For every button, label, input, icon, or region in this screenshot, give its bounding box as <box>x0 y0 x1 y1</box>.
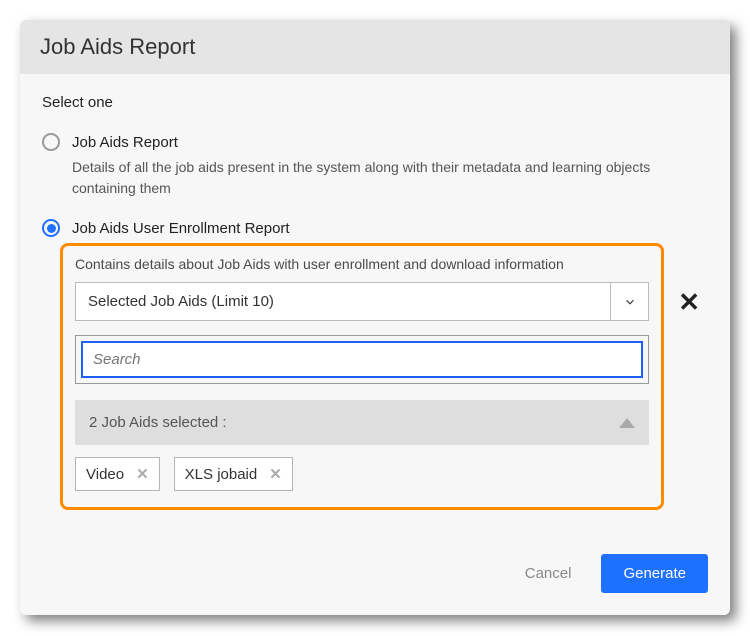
radio-icon <box>42 219 60 237</box>
dialog-header: Job Aids Report <box>20 20 730 74</box>
chevron-up-icon <box>619 418 635 428</box>
chip-xls-jobaid: XLS jobaid ✕ <box>174 457 293 491</box>
selected-count: 2 Job Aids selected : <box>89 414 227 431</box>
radio-job-aids-report[interactable]: Job Aids Report <box>42 133 708 151</box>
dialog-footer: Cancel Generate <box>20 530 730 615</box>
chip-video: Video ✕ <box>75 457 160 491</box>
job-aids-select[interactable]: Selected Job Aids (Limit 10) <box>75 282 649 321</box>
search-input[interactable] <box>81 341 643 378</box>
search-container <box>75 335 649 384</box>
chip-label: XLS jobaid <box>185 466 258 483</box>
chip-label: Video <box>86 466 124 483</box>
selected-chips: Video ✕ XLS jobaid ✕ <box>75 457 649 491</box>
close-icon[interactable]: ✕ <box>269 465 282 483</box>
close-icon[interactable]: ✕ <box>136 465 149 483</box>
selected-summary-bar[interactable]: 2 Job Aids selected : <box>75 400 649 445</box>
clear-selection-icon[interactable]: ✕ <box>670 287 708 318</box>
job-aids-report-dialog: Job Aids Report Select one Job Aids Repo… <box>20 20 730 615</box>
generate-button[interactable]: Generate <box>601 554 708 593</box>
highlighted-panel: Contains details about Job Aids with use… <box>60 243 664 510</box>
radio-label: Job Aids User Enrollment Report <box>72 220 290 237</box>
radio-user-enrollment-report[interactable]: Job Aids User Enrollment Report <box>42 219 708 237</box>
radio-icon <box>42 133 60 151</box>
dialog-body: Select one Job Aids Report Details of al… <box>20 74 730 530</box>
dialog-title: Job Aids Report <box>40 34 710 60</box>
select-prompt: Select one <box>42 94 708 111</box>
enrollment-config: Contains details about Job Aids with use… <box>60 243 708 510</box>
cancel-button[interactable]: Cancel <box>525 565 572 582</box>
chevron-down-icon <box>610 283 648 320</box>
radio-label: Job Aids Report <box>72 134 178 151</box>
enrollment-desc: Contains details about Job Aids with use… <box>75 256 649 272</box>
select-label: Selected Job Aids (Limit 10) <box>76 283 610 320</box>
radio-job-aids-report-desc: Details of all the job aids present in t… <box>72 157 708 199</box>
